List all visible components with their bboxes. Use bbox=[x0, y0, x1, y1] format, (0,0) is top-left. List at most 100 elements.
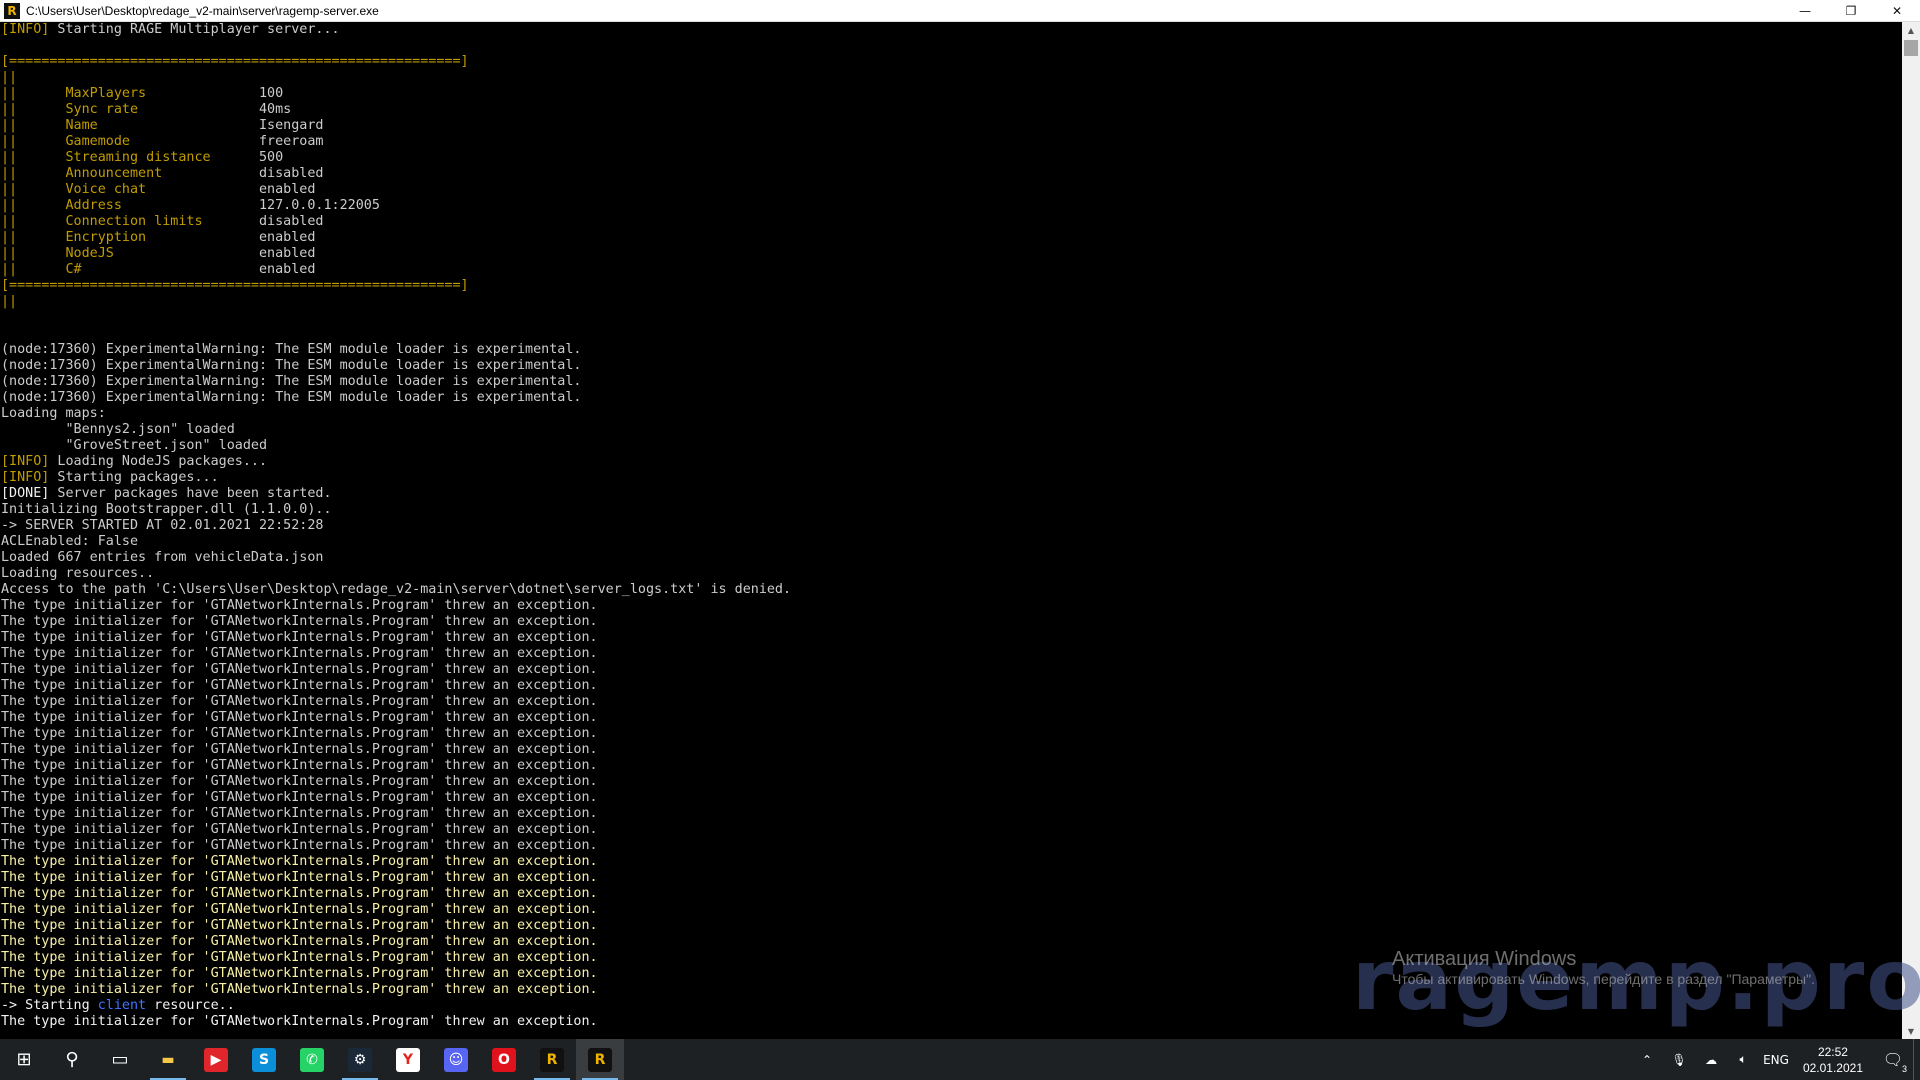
console-text: The type initializer for 'GTANetworkInte… bbox=[1, 982, 598, 997]
console-line: The type initializer for 'GTANetworkInte… bbox=[1, 630, 1902, 646]
console-text: ACLEnabled: False bbox=[1, 534, 139, 549]
console-text: (node:17360) ExperimentalWarning: The ES… bbox=[1, 342, 582, 357]
console-line: || Name Isengard bbox=[1, 118, 1902, 134]
console-text: The type initializer for 'GTANetworkInte… bbox=[1, 614, 598, 629]
notification-center-button[interactable]: 🗨︎ 3 bbox=[1873, 1039, 1913, 1080]
console-text: || bbox=[1, 70, 18, 85]
console-text: Address bbox=[65, 198, 259, 213]
taskbar: ⊞ ⚲ ▭ ▬ ▶ S ✆ ⚙ Y ☺ O R R ⌃ 🎙︎ ☁ 🔈︎ ENG 22:52 02.01.… bbox=[0, 1039, 1920, 1080]
microphone-icon[interactable]: 🎙︎ bbox=[1663, 1039, 1695, 1080]
minimize-button[interactable]: — bbox=[1782, 0, 1828, 22]
restore-button[interactable]: ❐ bbox=[1828, 0, 1874, 22]
console-line: The type initializer for 'GTANetworkInte… bbox=[1, 838, 1902, 854]
console-text: The type initializer for 'GTANetworkInte… bbox=[1, 742, 598, 757]
console-text: The type initializer for 'GTANetworkInte… bbox=[1, 854, 598, 869]
yandex-browser-icon: Y bbox=[396, 1047, 420, 1072]
language-indicator[interactable]: ENG bbox=[1759, 1039, 1793, 1080]
console-line: The type initializer for 'GTANetworkInte… bbox=[1, 774, 1902, 790]
console-text: The type initializer for 'GTANetworkInte… bbox=[1, 710, 598, 725]
console-line: The type initializer for 'GTANetworkInte… bbox=[1, 886, 1902, 902]
close-icon: ✕ bbox=[1891, 3, 1903, 18]
taskbar-discord[interactable]: ☺ bbox=[432, 1039, 480, 1080]
console-text: MaxPlayers bbox=[65, 86, 259, 101]
console-text: || bbox=[1, 294, 18, 309]
taskbar-opera[interactable]: O bbox=[480, 1039, 528, 1080]
vertical-scrollbar[interactable]: ▲ ▼ bbox=[1902, 22, 1920, 1039]
console-line: || Gamemode freeroam bbox=[1, 134, 1902, 150]
taskbar-file-explorer[interactable]: ▬ bbox=[144, 1039, 192, 1080]
console-text: 40ms bbox=[258, 102, 292, 117]
discord-icon: ☺ bbox=[444, 1047, 468, 1072]
console-text: -> Starting bbox=[1, 998, 98, 1013]
console-line: (node:17360) ExperimentalWarning: The ES… bbox=[1, 390, 1902, 406]
taskbar-steam[interactable]: ⚙ bbox=[336, 1039, 384, 1080]
windows-logo-icon: ⊞ bbox=[16, 1049, 32, 1070]
scroll-up-arrow-icon[interactable]: ▲ bbox=[1902, 22, 1920, 38]
taskbar-clock[interactable]: 22:52 02.01.2021 bbox=[1793, 1044, 1873, 1076]
console-line: [DONE] Server packages have been started… bbox=[1, 486, 1902, 502]
windows-activation-watermark: Активация Windows Чтобы активировать Win… bbox=[1392, 948, 1815, 988]
console-text: Streaming distance bbox=[65, 150, 259, 165]
console-line: (node:17360) ExperimentalWarning: The ES… bbox=[1, 342, 1902, 358]
clock-date: 02.01.2021 bbox=[1802, 1060, 1863, 1075]
console-text: The type initializer for 'GTANetworkInte… bbox=[1, 646, 598, 661]
cloud-icon[interactable]: ☁ bbox=[1695, 1039, 1727, 1080]
console-line: || bbox=[1, 294, 1902, 310]
console-line: [INFO] Starting RAGE Multiplayer server.… bbox=[1, 22, 1902, 38]
console-line: || Connection limits disabled bbox=[1, 214, 1902, 230]
taskbar-yandex[interactable]: Y bbox=[384, 1039, 432, 1080]
taskbar-whatsapp[interactable]: ✆ bbox=[288, 1039, 336, 1080]
volume-icon[interactable]: 🔈︎ bbox=[1727, 1039, 1759, 1080]
taskbar-skype[interactable]: S bbox=[240, 1039, 288, 1080]
console-text: || bbox=[1, 182, 66, 197]
taskbar-ragemp-server[interactable]: R bbox=[576, 1039, 624, 1080]
console-line: The type initializer for 'GTANetworkInte… bbox=[1, 806, 1902, 822]
console-text: Connection limits bbox=[65, 214, 259, 229]
console-text: The type initializer for 'GTANetworkInte… bbox=[1, 934, 598, 949]
ragemp-app-icon[interactable]: R bbox=[4, 2, 20, 19]
console-line: || NodeJS enabled bbox=[1, 246, 1902, 262]
close-button[interactable]: ✕ bbox=[1874, 0, 1920, 22]
console-line: ACLEnabled: False bbox=[1, 534, 1902, 550]
console-text: enabled bbox=[258, 230, 316, 245]
notification-icon: 🗨︎ bbox=[1882, 1051, 1904, 1069]
console-text: freeroam bbox=[258, 134, 324, 149]
console-text: C# bbox=[65, 262, 259, 277]
console-text: The type initializer for 'GTANetworkInte… bbox=[1, 630, 598, 645]
console-line: || Encryption enabled bbox=[1, 230, 1902, 246]
console-text: The type initializer for 'GTANetworkInte… bbox=[1, 678, 598, 693]
console-line: The type initializer for 'GTANetworkInte… bbox=[1, 758, 1902, 774]
console-line: The type initializer for 'GTANetworkInte… bbox=[1, 902, 1902, 918]
show-desktop-button[interactable] bbox=[1913, 1039, 1920, 1080]
skype-icon: S bbox=[252, 1047, 276, 1072]
console-line: (node:17360) ExperimentalWarning: The ES… bbox=[1, 374, 1902, 390]
console-text: 127.0.0.1:22005 bbox=[258, 198, 380, 213]
console-line: The type initializer for 'GTANetworkInte… bbox=[1, 710, 1902, 726]
console-text: || bbox=[1, 166, 66, 181]
task-view-button[interactable]: ▭ bbox=[96, 1039, 144, 1080]
console-line: "GroveStreet.json" loaded bbox=[1, 438, 1902, 454]
console-text: || bbox=[1, 150, 66, 165]
console-line: [=======================================… bbox=[1, 54, 1902, 70]
taskbar-ragemp[interactable]: R bbox=[528, 1039, 576, 1080]
console-line: The type initializer for 'GTANetworkInte… bbox=[1, 646, 1902, 662]
scroll-thumb[interactable] bbox=[1904, 40, 1918, 56]
window-title-bar[interactable]: R C:\Users\User\Desktop\redage_v2-main\s… bbox=[0, 0, 1920, 22]
console-text: The type initializer for 'GTANetworkInte… bbox=[1, 918, 598, 933]
console-text: [=======================================… bbox=[1, 278, 469, 293]
console-line: The type initializer for 'GTANetworkInte… bbox=[1, 742, 1902, 758]
console-line: Loading resources.. bbox=[1, 566, 1902, 582]
console-text: enabled bbox=[258, 182, 316, 197]
console-line: || MaxPlayers 100 bbox=[1, 86, 1902, 102]
console-text: || bbox=[1, 118, 66, 133]
console-line: || Sync rate 40ms bbox=[1, 102, 1902, 118]
search-button[interactable]: ⚲ bbox=[48, 1039, 96, 1080]
console-output[interactable]: [INFO] Starting RAGE Multiplayer server.… bbox=[0, 22, 1902, 1039]
console-line: Initializing Bootstrapper.dll (1.1.0.0).… bbox=[1, 502, 1902, 518]
console-text: The type initializer for 'GTANetworkInte… bbox=[1, 886, 598, 901]
start-button[interactable]: ⊞ bbox=[0, 1039, 48, 1080]
console-text: || bbox=[1, 230, 66, 245]
chevron-up-icon[interactable]: ⌃ bbox=[1631, 1039, 1663, 1080]
taskbar-youtube[interactable]: ▶ bbox=[192, 1039, 240, 1080]
